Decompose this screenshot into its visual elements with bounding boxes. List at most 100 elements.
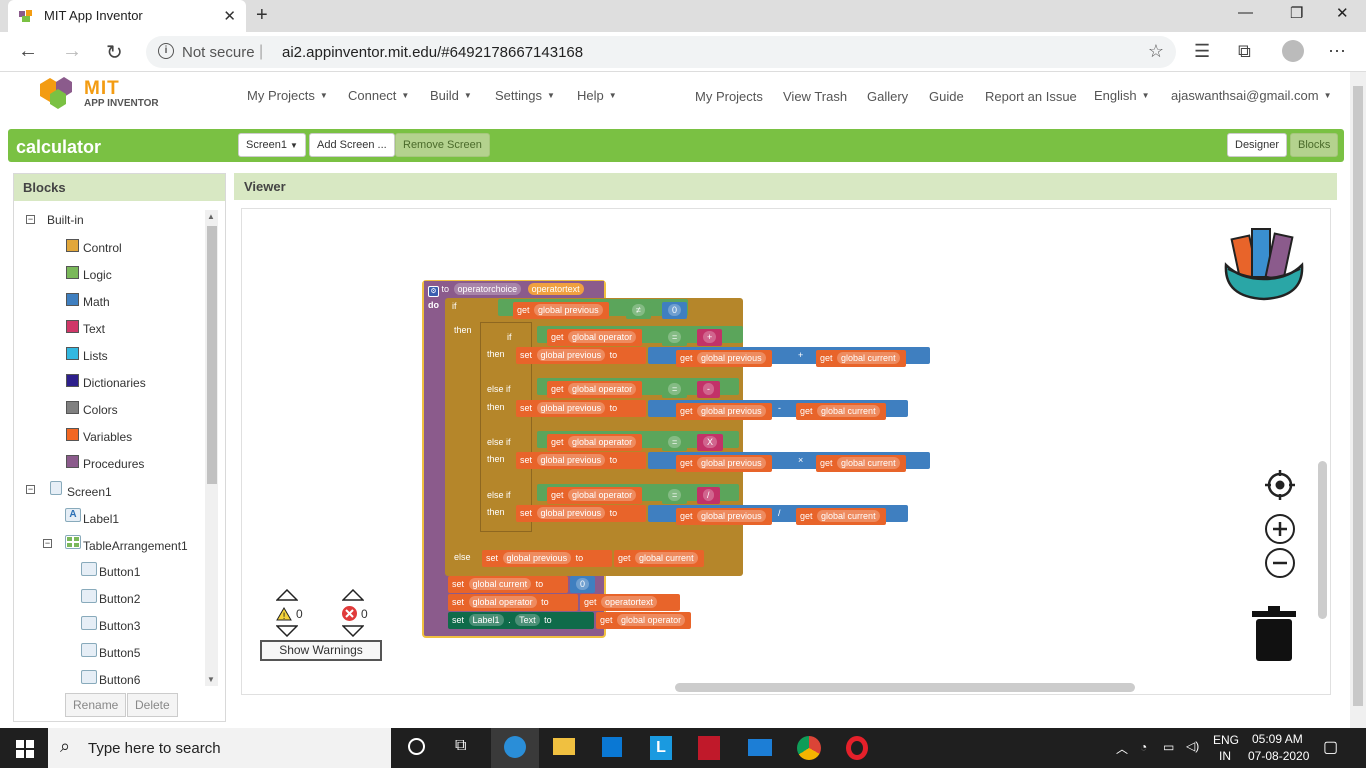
rename-button[interactable]: Rename bbox=[65, 693, 127, 717]
link-gallery[interactable]: Gallery bbox=[867, 89, 908, 104]
show-warnings-button[interactable]: Show Warnings bbox=[260, 640, 382, 661]
drawer-variables[interactable]: Variables bbox=[83, 430, 132, 444]
taskbar-search[interactable]: ⌕ Type here to search bbox=[48, 728, 391, 768]
drawer-math[interactable]: Math bbox=[83, 295, 110, 309]
text-string[interactable]: / bbox=[703, 489, 714, 501]
screen1-collapse-toggle[interactable]: − bbox=[26, 485, 35, 494]
tree-builtin[interactable]: Built-in bbox=[47, 213, 84, 227]
tree-button[interactable]: Button6 bbox=[99, 673, 140, 687]
error-prev-icon[interactable] bbox=[342, 589, 364, 601]
store-icon[interactable] bbox=[602, 737, 622, 757]
link-guide[interactable]: Guide bbox=[929, 89, 964, 104]
tree-button[interactable]: Button5 bbox=[99, 646, 140, 660]
var-dropdown[interactable]: global previous bbox=[697, 352, 766, 364]
opera-icon[interactable] bbox=[846, 736, 868, 760]
tree-button[interactable]: Button2 bbox=[99, 592, 140, 606]
procedure-header[interactable]: ⚙ to operatorchoice operatortext bbox=[424, 281, 604, 298]
drawer-dictionaries[interactable]: Dictionaries bbox=[83, 376, 146, 390]
url-text[interactable]: ai2.appinventor.mit.edu/#649217866714316… bbox=[282, 44, 583, 61]
menu-connect[interactable]: Connect ▼ bbox=[348, 88, 409, 103]
add-screen-button[interactable]: Add Screen ... bbox=[309, 133, 395, 157]
workspace-hscroll[interactable] bbox=[675, 683, 1135, 692]
get-global-previous[interactable]: get global previous bbox=[513, 302, 609, 319]
eq-operator[interactable]: = bbox=[662, 329, 688, 346]
text-string-block[interactable]: / bbox=[697, 487, 720, 504]
bookmark-star-icon[interactable]: ☆ bbox=[1148, 41, 1164, 62]
mail-icon[interactable] bbox=[748, 739, 772, 756]
text-string[interactable]: X bbox=[703, 436, 718, 448]
set-global-previous[interactable]: set global previous to bbox=[516, 505, 646, 522]
number-value[interactable]: 0 bbox=[576, 578, 590, 590]
user-menu[interactable]: ajaswanthsai@gmail.com ▼ bbox=[1171, 88, 1332, 103]
operator-dropdown[interactable]: = bbox=[668, 331, 682, 343]
var-dropdown[interactable]: global operator bbox=[568, 383, 637, 395]
var-dropdown[interactable]: global previous bbox=[697, 457, 766, 469]
page-scrollbar[interactable] bbox=[1350, 72, 1366, 728]
eq-operator[interactable]: = bbox=[662, 487, 688, 504]
set-global-operator[interactable]: set global operator to bbox=[448, 594, 578, 611]
collections-icon[interactable]: ⧉ bbox=[1238, 41, 1251, 62]
get-global-previous[interactable]: get global previous bbox=[676, 455, 772, 472]
get-global-current[interactable]: get global current bbox=[614, 550, 704, 567]
error-next-icon[interactable] bbox=[342, 625, 364, 637]
workspace-vscroll[interactable] bbox=[1318, 461, 1327, 619]
drawer-control[interactable]: Control bbox=[83, 241, 122, 255]
drawer-procedures[interactable]: Procedures bbox=[83, 457, 144, 471]
cortana-icon[interactable] bbox=[408, 738, 425, 755]
file-explorer-icon[interactable] bbox=[553, 738, 575, 755]
chrome-icon[interactable] bbox=[797, 736, 821, 760]
restore-icon[interactable]: ❐ bbox=[1290, 4, 1303, 22]
task-view-icon[interactable]: ⧉ bbox=[455, 737, 466, 755]
operator-dropdown[interactable]: = bbox=[668, 489, 682, 501]
number-value[interactable]: 0 bbox=[668, 304, 682, 316]
var-dropdown[interactable]: global current bbox=[468, 578, 532, 590]
minimize-icon[interactable]: — bbox=[1238, 4, 1253, 21]
get-global-previous[interactable]: get global previous bbox=[676, 403, 772, 420]
var-dropdown[interactable]: global previous bbox=[536, 454, 606, 466]
set-label1-text[interactable]: set Label1 . Text to bbox=[448, 612, 594, 629]
tab-close-icon[interactable]: ✕ bbox=[223, 7, 236, 25]
blocks-button[interactable]: Blocks bbox=[1290, 133, 1339, 157]
get-operatortext[interactable]: get operatortext bbox=[580, 594, 680, 611]
get-global-operator[interactable]: get global operator bbox=[596, 612, 692, 629]
get-global-current[interactable]: get global current bbox=[796, 508, 886, 525]
var-dropdown[interactable]: global previous bbox=[502, 552, 572, 564]
warning-next-icon[interactable] bbox=[276, 625, 298, 637]
var-dropdown[interactable]: global operator bbox=[617, 614, 686, 626]
profile-avatar[interactable] bbox=[1282, 40, 1304, 62]
tree-button[interactable]: Button3 bbox=[99, 619, 140, 633]
network-icon[interactable]: ◔ bbox=[1140, 740, 1147, 754]
set-global-previous[interactable]: set global previous to bbox=[516, 347, 646, 364]
scroll-down-icon[interactable]: ▼ bbox=[207, 675, 215, 684]
page-scrollbar-thumb[interactable] bbox=[1353, 86, 1363, 706]
back-icon[interactable]: ← bbox=[18, 40, 38, 63]
get-global-operator[interactable]: get global operator bbox=[547, 381, 643, 398]
set-global-current[interactable]: set global current to bbox=[448, 576, 568, 593]
designer-button[interactable]: Designer bbox=[1227, 133, 1288, 157]
link-report-issue[interactable]: Report an Issue bbox=[985, 89, 1077, 104]
browser-tab[interactable]: MIT App Inventor ✕ bbox=[8, 0, 246, 32]
mcafee-icon[interactable] bbox=[698, 736, 720, 760]
center-target-icon[interactable] bbox=[1264, 469, 1296, 501]
notifications-icon[interactable]: ▢ bbox=[1323, 737, 1338, 757]
info-icon[interactable]: i bbox=[158, 43, 174, 59]
forward-icon[interactable]: → bbox=[62, 40, 82, 63]
var-dropdown[interactable]: global operator bbox=[568, 331, 637, 343]
menu-settings[interactable]: Settings ▼ bbox=[495, 88, 555, 103]
window-close-icon[interactable]: ✕ bbox=[1336, 4, 1349, 22]
var-dropdown[interactable]: global current bbox=[837, 457, 900, 469]
backpack-icon[interactable] bbox=[1218, 221, 1310, 305]
get-global-operator[interactable]: get global operator bbox=[547, 487, 643, 504]
blocks-workspace[interactable]: ⚙ to operatorchoice operatortext do if ge… bbox=[241, 208, 1331, 695]
blocks-panel-scrollbar-thumb[interactable] bbox=[207, 226, 217, 484]
windows-start-icon[interactable] bbox=[16, 740, 34, 758]
var-dropdown[interactable]: global current bbox=[837, 352, 900, 364]
var-dropdown[interactable]: global previous bbox=[536, 507, 606, 519]
reload-icon[interactable]: ↻ bbox=[106, 40, 123, 65]
battery-icon[interactable]: ▭ bbox=[1163, 740, 1174, 754]
eq-operator[interactable]: = bbox=[662, 434, 688, 451]
zoom-in-icon[interactable] bbox=[1264, 513, 1296, 545]
language-top[interactable]: ENG bbox=[1213, 733, 1239, 747]
get-global-previous[interactable]: get global previous bbox=[676, 508, 772, 525]
more-icon[interactable]: ⋯ bbox=[1328, 41, 1346, 62]
